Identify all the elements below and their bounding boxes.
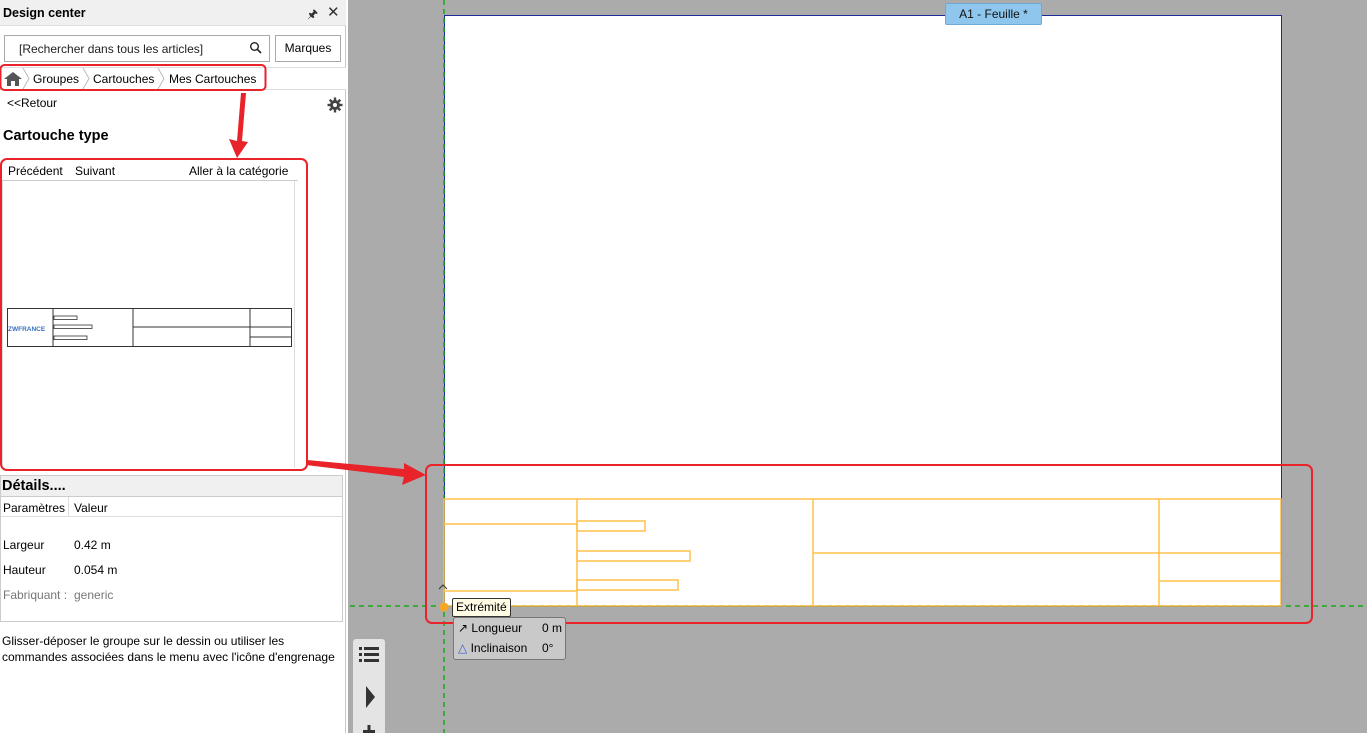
snap-point-marker [439,602,449,612]
measure-incline: △ Inclinaison [458,641,527,655]
triangle-icon: △ [458,641,468,655]
side-toolbar-icons [359,647,379,733]
measure-incline-label: Inclinaison [470,641,528,655]
plus-icon [363,725,375,733]
measure-box: ↗ Longueur 0 m △ Inclinaison 0° [453,617,566,660]
arrow-diagonal-icon: ↗ [458,621,469,635]
measure-length: ↗ Longueur [458,621,522,635]
play-icon [366,686,375,708]
arrow-icon [229,93,426,485]
title-block-ghost [443,498,1282,607]
preview-highlight [0,158,308,471]
list-icon [359,647,379,662]
annotation-overlay [0,0,1367,733]
breadcrumb-highlight [0,64,267,91]
title-block-highlight [425,464,1313,624]
measure-length-label: Longueur [471,621,523,635]
measure-length-value: 0 m [542,621,563,635]
side-toolbar [352,638,386,733]
snap-tooltip: Extrémité [452,598,511,617]
caret-up-icon [438,584,448,590]
measure-incline-value: 0° [542,641,554,655]
